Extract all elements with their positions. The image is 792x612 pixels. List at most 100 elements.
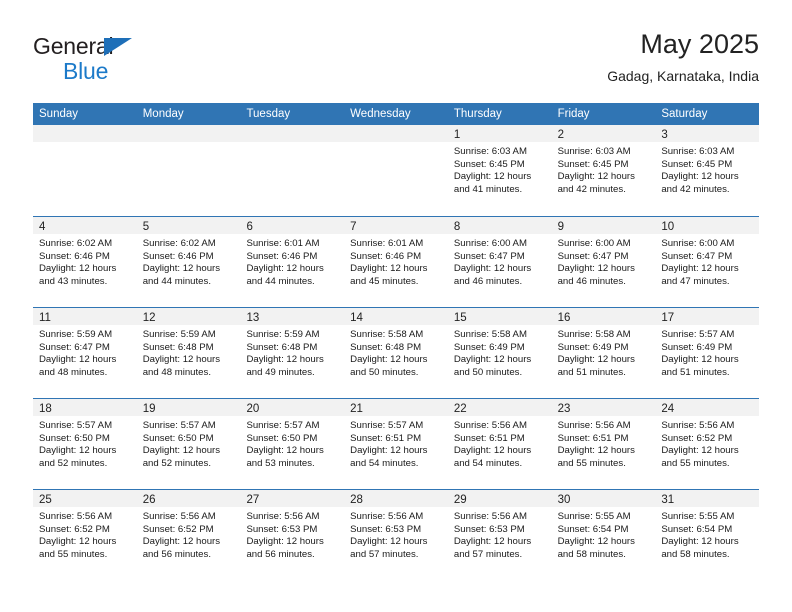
daylight-text-line1: Daylight: 12 hours (661, 445, 739, 457)
day-number-band: 8 (447, 217, 552, 234)
daylight-text-line1: Daylight: 12 hours (557, 171, 635, 183)
calendar-day-cell[interactable]: 21 Sunrise: 5:57 AM Sunset: 6:51 PM Dayligh… (344, 399, 448, 489)
day-number-band: 18 (33, 399, 137, 416)
sunrise-text: Sunrise: 5:59 AM (246, 329, 320, 340)
calendar-day-cell[interactable]: 15 Sunrise: 5:58 AM Sunset: 6:49 PM Dayligh… (447, 308, 552, 398)
calendar-day-cell[interactable]: 11 Sunrise: 5:59 AM Sunset: 6:47 PM Dayligh… (33, 308, 137, 398)
day-sun-info: Sunrise: 5:58 AM Sunset: 6:48 PM Daylight:… (344, 325, 448, 379)
calendar-day-cell[interactable]: 12 Sunrise: 5:59 AM Sunset: 6:48 PM Dayligh… (136, 308, 241, 398)
sunset-text: Sunset: 6:48 PM (350, 341, 422, 353)
calendar-day-cell[interactable]: 20 Sunrise: 5:57 AM Sunset: 6:50 PM Dayligh… (240, 399, 345, 489)
daylight-text-line2: and 42 minutes. (661, 183, 730, 195)
daylight-text-line1: Daylight: 12 hours (39, 445, 117, 457)
daylight-text-line1: Daylight: 12 hours (661, 536, 739, 548)
day-number-band: 4 (33, 217, 137, 234)
calendar-day-cell[interactable]: 22 Sunrise: 5:56 AM Sunset: 6:51 PM Dayligh… (447, 399, 552, 489)
sunset-text: Sunset: 6:47 PM (661, 250, 733, 262)
day-number: 16 (557, 312, 571, 324)
daylight-text-line2: and 52 minutes. (142, 457, 211, 469)
sunrise-text: Sunrise: 5:57 AM (246, 420, 320, 431)
day-number-band: 5 (136, 217, 241, 234)
calendar-day-cell[interactable]: 5 Sunrise: 6:02 AM Sunset: 6:46 PM Daylight… (136, 217, 241, 307)
logo-triangle-icon (104, 38, 132, 56)
daylight-text-line2: and 48 minutes. (142, 366, 211, 378)
sunrise-text: Sunrise: 5:55 AM (661, 511, 735, 522)
calendar-day-cell[interactable]: 8 Sunrise: 6:00 AM Sunset: 6:47 PM Daylight… (447, 217, 552, 307)
weekday-header-row: Sunday Monday Tuesday Wednesday Thursday… (33, 103, 759, 125)
daylight-text-line1: Daylight: 12 hours (453, 445, 532, 457)
sunset-text: Sunset: 6:51 PM (453, 432, 525, 444)
calendar-day-cell[interactable]: 29 Sunrise: 5:56 AM Sunset: 6:53 PM Dayligh… (447, 490, 552, 584)
calendar-day-cell[interactable]: 27 Sunrise: 5:56 AM Sunset: 6:53 PM Dayligh… (240, 490, 345, 584)
sunrise-text: Sunrise: 5:57 AM (350, 420, 424, 431)
daylight-text-line1: Daylight: 12 hours (453, 171, 532, 183)
daylight-text-line2: and 50 minutes. (350, 366, 419, 378)
day-sun-info (137, 142, 241, 146)
sunrise-text: Sunrise: 5:58 AM (557, 329, 631, 340)
sunrise-text: Sunrise: 5:57 AM (661, 329, 735, 340)
sunset-text: Sunset: 6:47 PM (557, 250, 629, 262)
day-sun-info: Sunrise: 5:59 AM Sunset: 6:48 PM Daylight:… (137, 325, 241, 379)
day-number-band: 7 (344, 217, 448, 234)
calendar-day-cell[interactable]: 30 Sunrise: 5:55 AM Sunset: 6:54 PM Dayligh… (551, 490, 656, 584)
day-sun-info: Sunrise: 5:56 AM Sunset: 6:52 PM Daylight:… (655, 416, 759, 470)
day-number: 5 (142, 221, 150, 233)
calendar-day-cell[interactable]: 17 Sunrise: 5:57 AM Sunset: 6:49 PM Dayligh… (655, 308, 760, 398)
calendar-day-cell-empty (136, 125, 241, 216)
day-number: 21 (350, 403, 363, 415)
daylight-text-line2: and 51 minutes. (557, 366, 626, 378)
calendar-day-cell[interactable]: 2 Sunrise: 6:03 AM Sunset: 6:45 PM Daylight… (551, 125, 656, 216)
daylight-text-line1: Daylight: 12 hours (557, 263, 635, 275)
calendar-day-cell[interactable]: 4 Sunrise: 6:02 AM Sunset: 6:46 PM Daylight… (33, 217, 137, 307)
day-number: 22 (453, 403, 467, 415)
calendar-day-cell[interactable]: 7 Sunrise: 6:01 AM Sunset: 6:46 PM Daylight… (344, 217, 448, 307)
day-number: 20 (246, 403, 260, 415)
sunset-text: Sunset: 6:51 PM (557, 432, 629, 444)
sunrise-text: Sunrise: 5:58 AM (350, 329, 424, 340)
calendar-day-cell[interactable]: 14 Sunrise: 5:58 AM Sunset: 6:48 PM Dayligh… (344, 308, 448, 398)
sunset-text: Sunset: 6:48 PM (246, 341, 318, 353)
calendar-day-cell[interactable]: 10 Sunrise: 6:00 AM Sunset: 6:47 PM Dayligh… (655, 217, 760, 307)
calendar-day-cell[interactable]: 1 Sunrise: 6:03 AM Sunset: 6:45 PM Daylight… (447, 125, 552, 216)
calendar-day-cell[interactable]: 28 Sunrise: 5:56 AM Sunset: 6:53 PM Dayligh… (344, 490, 448, 584)
daylight-text-line2: and 42 minutes. (557, 183, 626, 195)
calendar-day-cell[interactable]: 31 Sunrise: 5:55 AM Sunset: 6:54 PM Dayligh… (655, 490, 760, 584)
calendar-day-cell[interactable]: 19 Sunrise: 5:57 AM Sunset: 6:50 PM Dayligh… (136, 399, 241, 489)
calendar-day-cell[interactable]: 6 Sunrise: 6:01 AM Sunset: 6:46 PM Daylight… (240, 217, 345, 307)
sunrise-text: Sunrise: 5:56 AM (246, 511, 320, 522)
sunset-text: Sunset: 6:52 PM (39, 523, 110, 535)
day-number-band: 31 (655, 490, 760, 507)
daylight-text-line2: and 46 minutes. (453, 275, 523, 287)
logo-text-blue: Blue (63, 58, 109, 84)
calendar-day-cell[interactable]: 26 Sunrise: 5:56 AM Sunset: 6:52 PM Dayligh… (136, 490, 241, 584)
calendar-day-cell[interactable]: 9 Sunrise: 6:00 AM Sunset: 6:47 PM Daylight… (551, 217, 656, 307)
daylight-text-line1: Daylight: 12 hours (246, 263, 324, 275)
daylight-text-line2: and 50 minutes. (453, 366, 523, 378)
sunset-text: Sunset: 6:49 PM (557, 341, 629, 353)
daylight-text-line1: Daylight: 12 hours (142, 445, 221, 457)
day-number: 23 (557, 403, 571, 415)
day-sun-info: Sunrise: 6:02 AM Sunset: 6:46 PM Daylight:… (33, 234, 137, 288)
calendar-day-cell[interactable]: 16 Sunrise: 5:58 AM Sunset: 6:49 PM Dayligh… (551, 308, 656, 398)
daylight-text-line2: and 45 minutes. (350, 275, 419, 287)
daylight-text-line1: Daylight: 12 hours (142, 536, 221, 548)
calendar-day-cell[interactable]: 18 Sunrise: 5:57 AM Sunset: 6:50 PM Dayligh… (33, 399, 137, 489)
day-number: 19 (142, 403, 156, 415)
day-number: 31 (661, 494, 675, 506)
sunrise-text: Sunrise: 6:03 AM (661, 146, 735, 157)
sunset-text: Sunset: 6:49 PM (661, 341, 733, 353)
day-number-band: 9 (551, 217, 656, 234)
calendar-day-cell[interactable]: 24 Sunrise: 5:56 AM Sunset: 6:52 PM Dayligh… (655, 399, 760, 489)
day-sun-info: Sunrise: 6:03 AM Sunset: 6:45 PM Daylight:… (552, 142, 656, 196)
day-number-band: 19 (136, 399, 241, 416)
day-number: 8 (453, 221, 461, 233)
daylight-text-line1: Daylight: 12 hours (661, 354, 739, 366)
day-sun-info: Sunrise: 5:57 AM Sunset: 6:50 PM Daylight:… (240, 416, 344, 470)
calendar-day-cell[interactable]: 3 Sunrise: 6:03 AM Sunset: 6:45 PM Daylight… (655, 125, 760, 216)
day-sun-info: Sunrise: 6:00 AM Sunset: 6:47 PM Daylight:… (448, 234, 552, 288)
day-number: 12 (142, 312, 156, 324)
calendar-day-cell[interactable]: 23 Sunrise: 5:56 AM Sunset: 6:51 PM Dayligh… (551, 399, 656, 489)
calendar-week-row: 4 Sunrise: 6:02 AM Sunset: 6:46 PM Daylight… (33, 216, 760, 307)
calendar-day-cell[interactable]: 13 Sunrise: 5:59 AM Sunset: 6:48 PM Dayligh… (240, 308, 345, 398)
calendar-day-cell[interactable]: 25 Sunrise: 5:56 AM Sunset: 6:52 PM Dayligh… (33, 490, 137, 584)
